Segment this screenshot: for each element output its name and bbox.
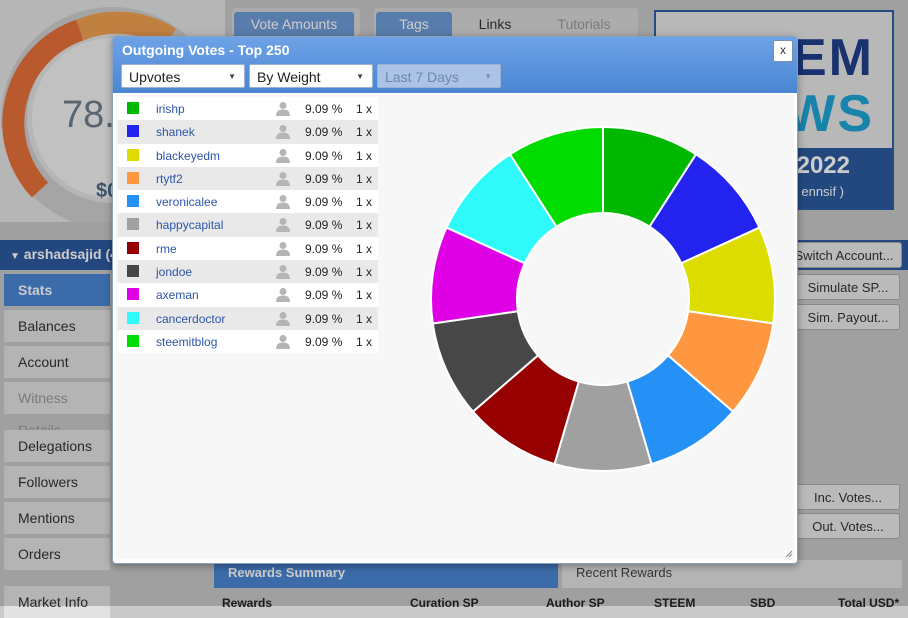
outgoing-votes-dialog: Outgoing Votes - Top 250 x Upvotes ▼ By …	[112, 36, 798, 564]
vote-percent: 9.09 %	[305, 218, 343, 233]
legend-swatch	[127, 125, 139, 138]
user-icon[interactable]	[276, 264, 290, 280]
user-icon[interactable]	[276, 217, 290, 233]
vote-percent: 9.09 %	[305, 148, 343, 163]
chevron-down-icon: ▼	[356, 72, 364, 81]
vote-type-value: Upvotes	[129, 69, 181, 85]
vote-percent: 9.09 %	[305, 195, 343, 210]
vote-percent: 9.09 %	[305, 265, 343, 280]
voter-link[interactable]: shanek	[156, 125, 195, 139]
vote-row: jondoe 9.09 % 1 x	[118, 260, 378, 284]
voter-link[interactable]: rme	[156, 242, 177, 256]
voter-link[interactable]: veronicalee	[156, 195, 217, 209]
vote-count: 1 x	[356, 102, 373, 116]
vote-count: 1 x	[356, 265, 373, 280]
period-value: Last 7 Days	[385, 69, 459, 85]
dialog-header[interactable]: Outgoing Votes - Top 250 x Upvotes ▼ By …	[113, 37, 797, 93]
vote-percent: 9.09 %	[305, 241, 343, 256]
vote-count: 1 x	[356, 125, 373, 140]
user-icon[interactable]	[276, 241, 290, 256]
close-button[interactable]: x	[773, 40, 793, 62]
legend-swatch	[127, 171, 139, 184]
vote-list: irishp 9.09 % 1 x shanek 9.09 % 1 x blackeyedm…	[118, 97, 378, 354]
legend-swatch	[127, 311, 139, 324]
legend-swatch	[127, 288, 139, 301]
vote-count: 1 x	[356, 171, 373, 186]
voter-link[interactable]: cancerdoctor	[156, 312, 225, 326]
sort-select[interactable]: By Weight ▼	[249, 64, 373, 88]
chevron-down-icon: ▼	[484, 72, 492, 81]
vote-row: steemitblog 9.09 % 1 x	[118, 329, 378, 354]
vote-count: 1 x	[356, 218, 373, 233]
vote-count: 1 x	[356, 195, 373, 210]
legend-swatch	[127, 218, 139, 231]
vote-row: cancerdoctor 9.09 % 1 x	[118, 306, 378, 330]
vote-type-select[interactable]: Upvotes ▼	[121, 64, 245, 88]
legend-swatch	[127, 102, 139, 114]
legend-swatch	[127, 334, 139, 347]
vote-count: 1 x	[356, 241, 373, 256]
legend-swatch	[127, 241, 139, 254]
user-icon[interactable]	[276, 148, 290, 163]
user-icon[interactable]	[276, 124, 290, 140]
user-icon[interactable]	[276, 334, 290, 349]
voter-link[interactable]: blackeyedm	[156, 149, 220, 163]
user-icon[interactable]	[276, 101, 290, 116]
legend-swatch	[127, 195, 139, 208]
voter-link[interactable]: happycapital	[156, 218, 223, 232]
vote-count: 1 x	[356, 288, 373, 303]
vote-percent: 9.09 %	[305, 311, 343, 326]
vote-row: happycapital 9.09 % 1 x	[118, 213, 378, 237]
vote-percent: 9.09 %	[305, 102, 343, 116]
vote-row: rtytf2 9.09 % 1 x	[118, 166, 378, 191]
user-icon[interactable]	[276, 287, 290, 303]
vote-count: 1 x	[356, 334, 373, 349]
voter-link[interactable]: axeman	[156, 288, 199, 302]
vote-row: shanek 9.09 % 1 x	[118, 120, 378, 144]
vote-percent: 9.09 %	[305, 288, 343, 303]
vote-row: rme 9.09 % 1 x	[118, 236, 378, 261]
dialog-body: irishp 9.09 % 1 x shanek 9.09 % 1 x blackeyedm…	[116, 95, 794, 559]
vote-percent: 9.09 %	[305, 334, 343, 349]
legend-swatch	[127, 265, 139, 278]
votes-donut-chart	[430, 125, 776, 472]
period-select: Last 7 Days ▼	[377, 64, 501, 88]
vote-row: veronicalee 9.09 % 1 x	[118, 190, 378, 214]
legend-swatch	[127, 148, 139, 161]
sort-value: By Weight	[257, 69, 321, 85]
vote-percent: 9.09 %	[305, 171, 343, 186]
voter-link[interactable]: rtytf2	[156, 172, 183, 186]
vote-count: 1 x	[356, 311, 373, 326]
voter-link[interactable]: steemitblog	[156, 335, 217, 349]
vote-row: irishp 9.09 % 1 x	[118, 97, 378, 121]
vote-count: 1 x	[356, 148, 373, 163]
voter-link[interactable]: jondoe	[156, 265, 192, 279]
vote-row: axeman 9.09 % 1 x	[118, 283, 378, 307]
voter-link[interactable]: irishp	[156, 102, 185, 116]
chevron-down-icon: ▼	[228, 72, 236, 81]
dialog-title: Outgoing Votes - Top 250	[122, 42, 290, 58]
user-icon[interactable]	[276, 194, 290, 210]
user-icon[interactable]	[276, 171, 290, 186]
vote-row: blackeyedm 9.09 % 1 x	[118, 143, 378, 167]
user-icon[interactable]	[276, 311, 290, 326]
vote-percent: 9.09 %	[305, 125, 343, 140]
resize-grip-icon[interactable]	[785, 550, 793, 558]
